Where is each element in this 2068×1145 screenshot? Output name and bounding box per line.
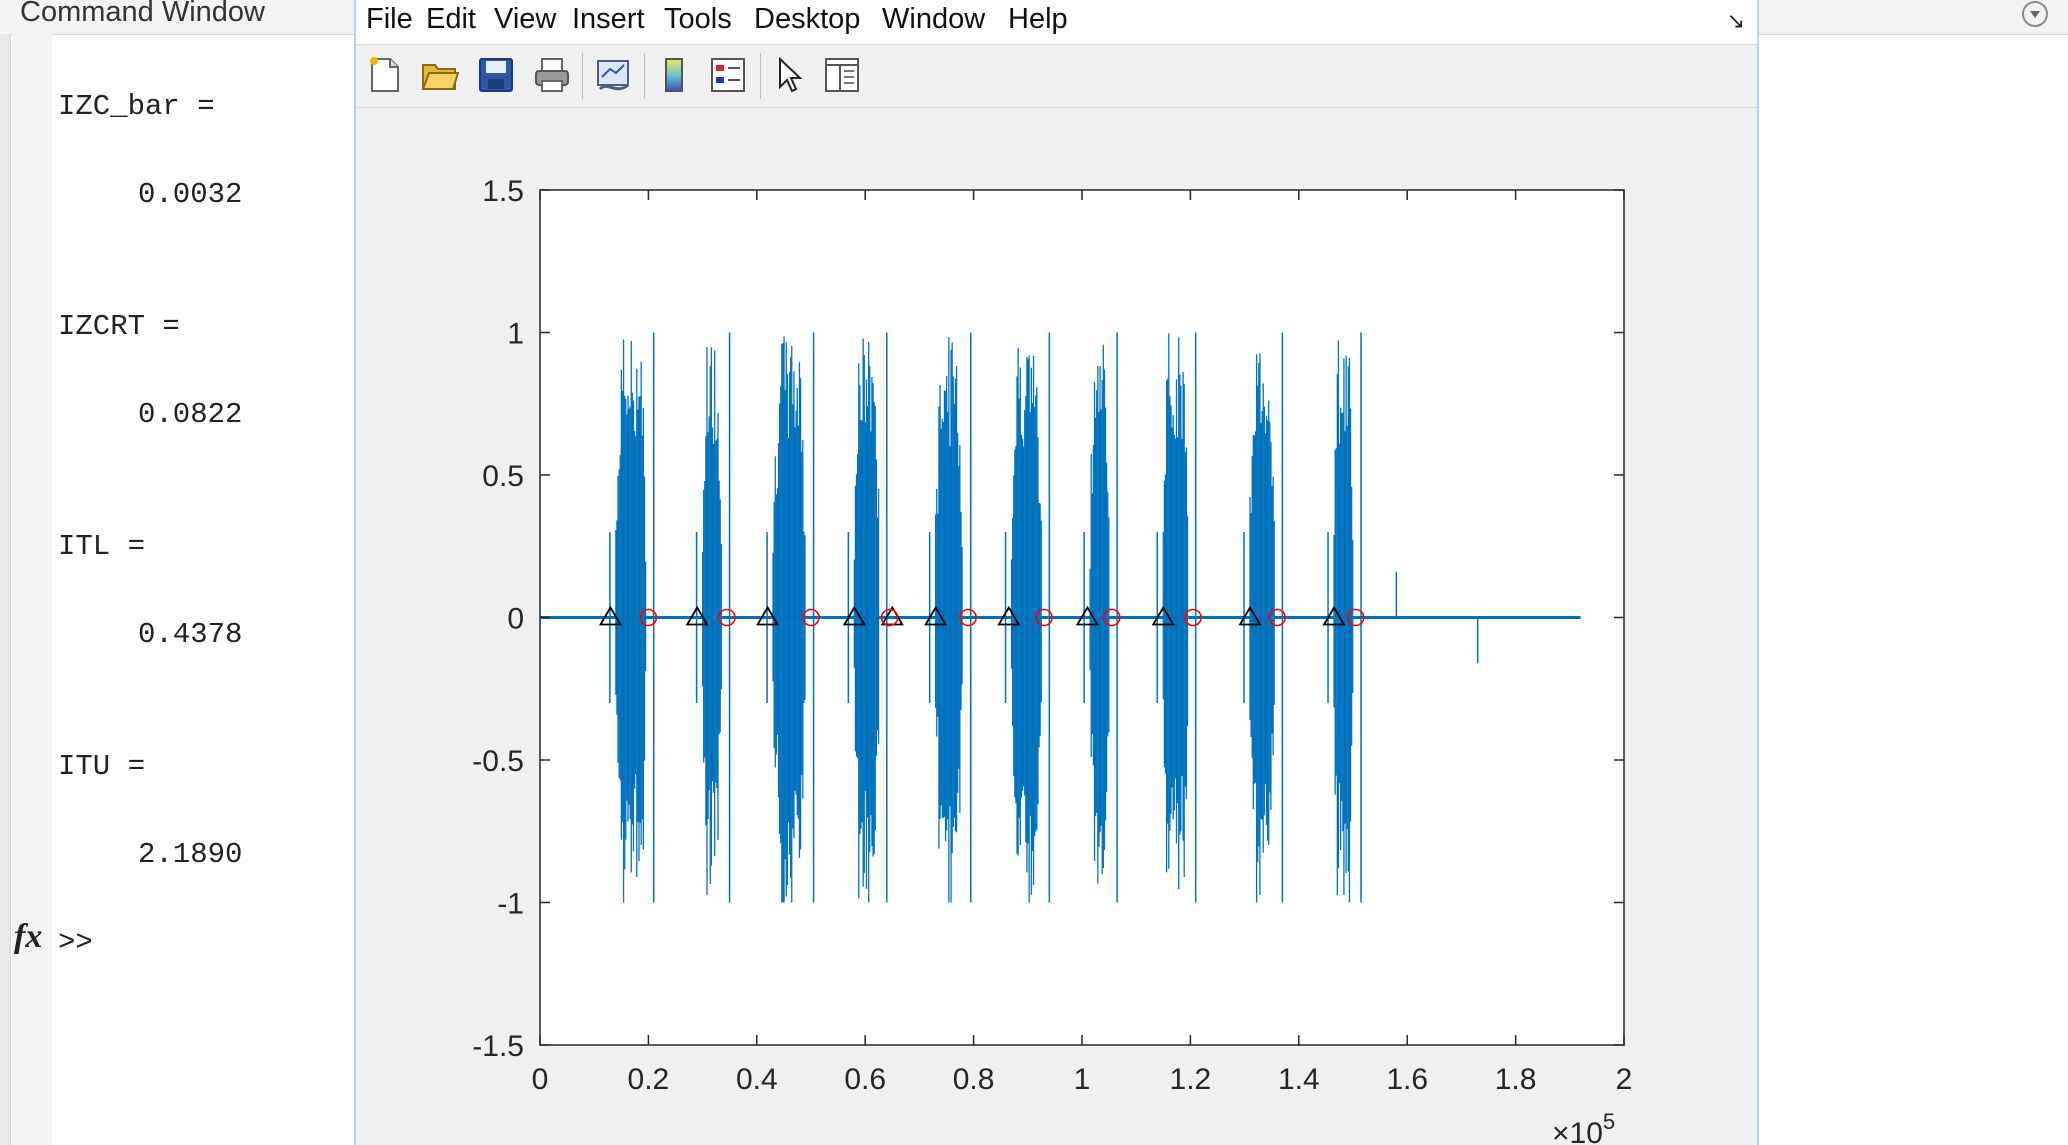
figure-menubar: File Edit View Insert Tools Desktop Wind… xyxy=(356,0,1757,45)
x-tick-label: 2 xyxy=(1616,1063,1633,1096)
toolbar-separator xyxy=(582,53,583,99)
menu-insert[interactable]: Insert xyxy=(572,3,645,36)
figure-window[interactable]: File Edit View Insert Tools Desktop Wind… xyxy=(354,0,1759,1145)
x-tick-label: 0.6 xyxy=(844,1063,886,1096)
y-tick-label: -0.5 xyxy=(472,745,524,778)
output-value: 2.1890 xyxy=(138,838,243,871)
toolbar-separator xyxy=(644,53,645,99)
x-tick-label: 0.8 xyxy=(953,1063,995,1096)
command-prompt[interactable]: >> xyxy=(58,926,93,959)
output-variable-name: ITL = xyxy=(58,530,146,563)
x-tick-label: 0 xyxy=(532,1063,549,1096)
open-file-icon[interactable] xyxy=(420,55,460,95)
print-icon[interactable] xyxy=(532,55,572,95)
y-tick-label: 1.5 xyxy=(482,175,524,208)
x-tick-label: 1 xyxy=(1074,1063,1091,1096)
output-value: 0.0822 xyxy=(138,398,243,431)
link-plot-icon[interactable] xyxy=(594,55,634,95)
colorbar-icon[interactable] xyxy=(654,55,694,95)
y-tick-label: 1 xyxy=(507,318,524,351)
command-window-title: Command Window xyxy=(20,0,265,28)
y-tick-label: 0 xyxy=(507,603,524,636)
menu-help[interactable]: Help xyxy=(1008,3,1068,36)
x-tick-label: 1.4 xyxy=(1278,1063,1320,1096)
save-icon[interactable] xyxy=(476,55,516,95)
legend-icon[interactable] xyxy=(708,55,748,95)
function-browser-icon[interactable]: fx xyxy=(14,918,42,956)
command-window-margin xyxy=(12,34,52,1145)
plot-area[interactable]: 0 0.2 0.4 0.6 0.8 1 1.2 1.4 1.6 1.8 2 1.5 1 0.5 0 -0.5… xyxy=(356,108,1757,1145)
menu-window[interactable]: Window xyxy=(882,3,985,36)
output-variable-name: IZCRT = xyxy=(58,310,180,343)
x-exponent-label: ×105 xyxy=(1552,1109,1615,1145)
window-actions-icon[interactable] xyxy=(2022,1,2048,27)
menu-file[interactable]: File xyxy=(366,3,413,36)
menu-desktop[interactable]: Desktop xyxy=(754,3,860,36)
property-editor-icon[interactable] xyxy=(822,55,862,95)
y-tick-label: -1.5 xyxy=(472,1030,524,1063)
dock-figure-icon[interactable]: ↘ xyxy=(1727,8,1745,34)
x-tick-label: 0.2 xyxy=(628,1063,670,1096)
output-value: 0.0032 xyxy=(138,178,243,211)
toolbar-separator xyxy=(760,53,761,99)
x-tick-label: 1.8 xyxy=(1495,1063,1537,1096)
output-value: 0.4378 xyxy=(138,618,243,651)
x-tick-label: 0.4 xyxy=(736,1063,778,1096)
command-window-left-border xyxy=(0,34,11,1145)
y-tick-label: 0.5 xyxy=(482,460,524,493)
menu-edit[interactable]: Edit xyxy=(426,3,476,36)
menu-tools[interactable]: Tools xyxy=(664,3,732,36)
output-variable-name: ITU = xyxy=(58,750,146,783)
y-tick-label: -1 xyxy=(497,888,524,921)
pointer-icon[interactable] xyxy=(770,55,810,95)
x-tick-label: 1.2 xyxy=(1170,1063,1212,1096)
x-tick-label: 1.6 xyxy=(1386,1063,1428,1096)
new-figure-icon[interactable] xyxy=(364,55,404,95)
figure-toolbar xyxy=(356,45,1757,108)
menu-view[interactable]: View xyxy=(494,3,556,36)
output-variable-name: IZC_bar = xyxy=(58,90,215,123)
